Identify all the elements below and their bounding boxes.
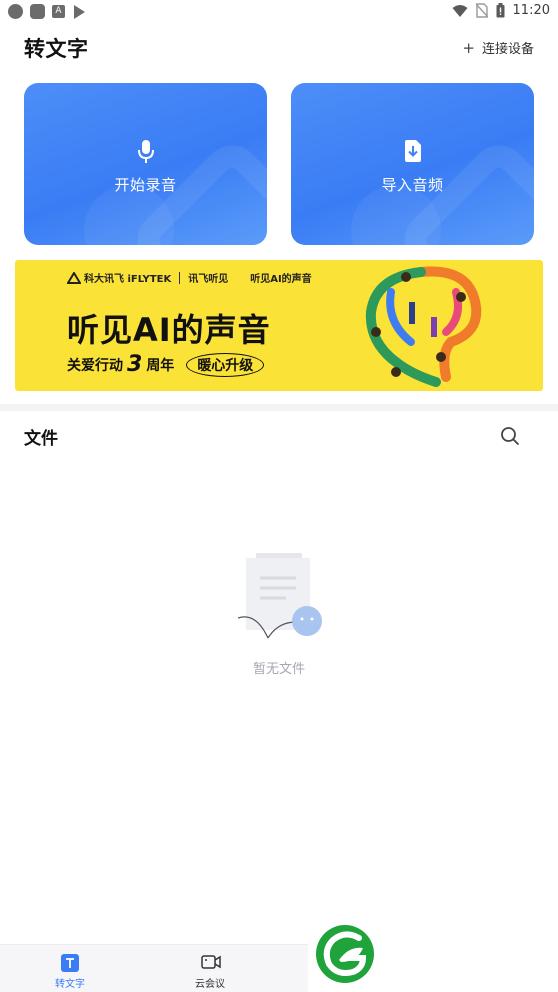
banner-illustration — [365, 266, 482, 387]
play-store-icon — [74, 4, 85, 19]
plus-icon: + — [462, 38, 475, 57]
iflytek-logo: 科大讯飞 iFLYTEK — [67, 270, 171, 285]
section-divider — [0, 404, 558, 411]
app-logo-watermark — [316, 925, 374, 983]
search-icon[interactable] — [500, 426, 520, 446]
nav-label-cloud-meeting: 云会议 — [195, 979, 225, 990]
files-title: 文件 — [24, 429, 58, 449]
banner-subtitle-tag: 暖心升级 — [186, 352, 265, 377]
empty-files-icon — [238, 553, 322, 639]
start-recording-button[interactable]: 开始录音 — [24, 83, 267, 245]
empty-files-text: 暂无文件 — [252, 662, 305, 677]
import-audio-icon — [404, 140, 421, 162]
status-bar: A 11:20 — [0, 0, 558, 24]
notification-app-icon — [30, 4, 45, 19]
banner-logos: 科大讯飞 iFLYTEK 讯飞听见 听见AI的声音 — [67, 270, 312, 285]
iflytek-logo-text: 科大讯飞 iFLYTEK — [84, 274, 172, 285]
wifi-icon — [452, 4, 468, 17]
system-icons: 11:20 — [452, 3, 550, 18]
microphone-icon — [137, 140, 154, 163]
nav-item-transcribe[interactable]: 转文字 — [0, 945, 140, 992]
banner-subtitle-number: 3 — [127, 352, 143, 377]
nav-item-cloud-meeting[interactable]: 云会议 — [140, 945, 280, 992]
clock: 11:20 — [512, 3, 550, 18]
banner-headline: 听见AI的声音 — [67, 311, 271, 349]
event-logo: 听见AI的声音 — [250, 274, 312, 285]
notification-icons: A — [8, 4, 85, 19]
import-audio-label: 导入音频 — [381, 176, 444, 194]
nav-label-transcribe: 转文字 — [55, 979, 85, 990]
page-title: 转文字 — [24, 37, 89, 61]
video-meeting-icon — [201, 955, 221, 969]
notification-dot-icon — [8, 4, 23, 19]
bottom-nav: 转文字 云会议 — [0, 944, 308, 992]
iflytek-logo-icon — [67, 271, 81, 284]
partner-logo: 讯飞听见 — [188, 274, 229, 285]
import-audio-button[interactable]: 导入音频 — [291, 83, 534, 245]
banner-subtitle: 关爱行动 3 周年 暖心升级 — [67, 352, 265, 377]
notification-a-icon: A — [52, 5, 65, 18]
connect-device-label: 连接设备 — [481, 42, 534, 57]
start-recording-label: 开始录音 — [114, 176, 177, 194]
connect-device-button[interactable]: + 连接设备 — [462, 38, 534, 58]
banner-subtitle-prefix: 关爱行动 — [67, 357, 123, 374]
divider — [179, 271, 181, 284]
promo-banner[interactable]: 科大讯飞 iFLYTEK 讯飞听见 听见AI的声音 听见AI的声音 关爱行动 3… — [15, 260, 543, 391]
transcribe-icon — [61, 954, 79, 972]
no-sim-icon — [475, 3, 488, 18]
banner-subtitle-suffix: 周年 — [146, 357, 175, 374]
battery-icon — [496, 3, 505, 18]
